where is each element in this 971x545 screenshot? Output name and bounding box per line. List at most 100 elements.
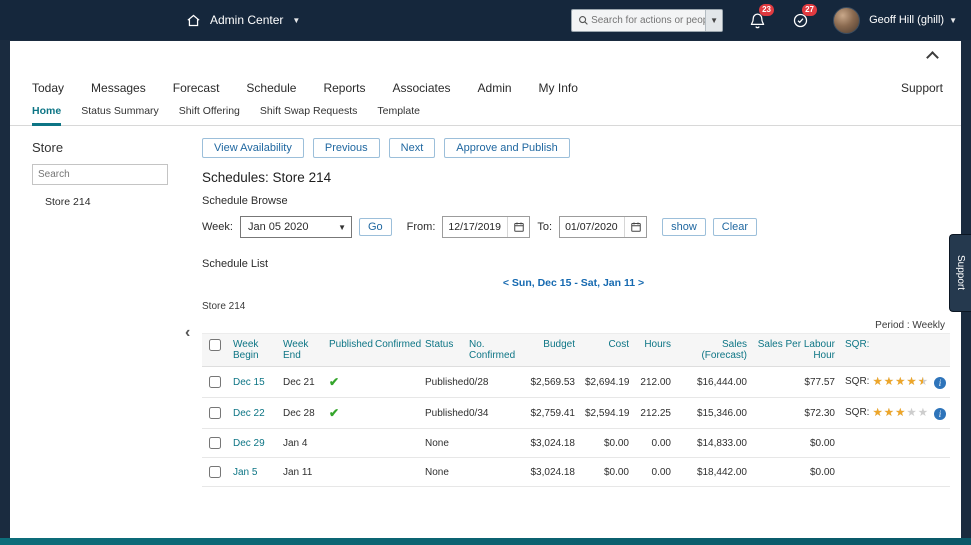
table-row: Jan 5Jan 11None$3,024.18$0.000.00$18,442… xyxy=(202,458,950,487)
col-header-sales-forecast[interactable]: Sales (Forecast) xyxy=(676,334,752,367)
to-date-input[interactable] xyxy=(560,221,624,233)
next-button[interactable]: Next xyxy=(389,138,436,158)
row-checkbox[interactable] xyxy=(209,466,221,478)
home-icon[interactable] xyxy=(186,13,201,28)
cell-sqr xyxy=(840,458,950,487)
previous-button[interactable]: Previous xyxy=(313,138,380,158)
col-header-confirmed[interactable]: Confirmed xyxy=(370,334,420,367)
sidebar: Store Store 214 xyxy=(10,126,176,538)
tab-today[interactable]: Today xyxy=(32,81,64,95)
info-icon[interactable]: i xyxy=(934,408,946,420)
sidebar-item-store-214[interactable]: Store 214 xyxy=(32,196,168,208)
show-button[interactable]: show xyxy=(662,218,706,236)
tab-associates[interactable]: Associates xyxy=(393,81,451,95)
body-row: Store Store 214 View Availability Previou… xyxy=(10,126,961,538)
collapse-sidebar-chevron-icon[interactable]: ‹ xyxy=(185,325,190,341)
schedule-table: Week BeginWeek EndPublishedConfirmedStat… xyxy=(202,333,950,487)
cell-hours: 212.25 xyxy=(634,398,676,429)
cell-cost: $2,594.19 xyxy=(580,398,634,429)
subtab-shift-offering[interactable]: Shift Offering xyxy=(179,105,240,125)
tab-my-info[interactable]: My Info xyxy=(539,81,578,95)
tab-forecast[interactable]: Forecast xyxy=(173,81,220,95)
sqr-label: SQR: xyxy=(845,376,869,387)
screen: Admin Center ▼ ▼ 23 27 Geoff Hill (ghill xyxy=(0,0,971,545)
app-title[interactable]: Admin Center xyxy=(210,13,283,27)
from-label: From: xyxy=(407,221,436,233)
tab-reports[interactable]: Reports xyxy=(323,81,365,95)
cell-hours: 0.00 xyxy=(634,458,676,487)
cell-budget: $3,024.18 xyxy=(522,429,580,458)
search-input[interactable] xyxy=(591,15,705,26)
table-section: ‹ Store 214 Period : Weekly Week BeginWe… xyxy=(202,301,945,487)
go-button[interactable]: Go xyxy=(359,218,392,236)
view-availability-button[interactable]: View Availability xyxy=(202,138,304,158)
support-side-tab[interactable]: Support xyxy=(949,234,971,312)
cell-week-end: Dec 21 xyxy=(278,367,324,398)
schedule-browse-label: Schedule Browse xyxy=(202,195,945,207)
subtab-status-summary[interactable]: Status Summary xyxy=(81,105,159,125)
published-check-icon: ✔ xyxy=(329,406,339,420)
cell-select xyxy=(202,458,228,487)
week-begin-link[interactable]: Dec 15 xyxy=(233,377,265,388)
week-begin-link[interactable]: Dec 29 xyxy=(233,438,265,449)
select-all-checkbox[interactable] xyxy=(209,339,221,351)
topbar-right: ▼ 23 27 Geoff Hill (ghill) ▼ xyxy=(571,7,957,34)
cell-no-confirmed: 0/28 xyxy=(464,367,522,398)
header-row: Week BeginWeek EndPublishedConfirmedStat… xyxy=(202,334,950,367)
clear-button[interactable]: Clear xyxy=(713,218,757,236)
approvals-button[interactable]: 27 xyxy=(792,12,809,29)
search-scope-dropdown[interactable]: ▼ xyxy=(705,10,722,31)
col-header-status[interactable]: Status xyxy=(420,334,464,367)
subtab-home[interactable]: Home xyxy=(32,105,61,126)
tab-support[interactable]: Support xyxy=(901,81,943,95)
to-calendar-button[interactable] xyxy=(624,217,646,237)
toolbar: View Availability Previous Next Approve and… xyxy=(202,138,945,158)
row-checkbox[interactable] xyxy=(209,376,221,388)
col-header-week-begin[interactable]: Week Begin xyxy=(228,334,278,367)
sqr-stars: ★★★★★★★★★★ xyxy=(872,408,929,420)
col-header-sales-per-labour-hour[interactable]: Sales Per Labour Hour xyxy=(752,334,840,367)
tab-messages[interactable]: Messages xyxy=(91,81,146,95)
to-label: To: xyxy=(537,221,552,233)
cell-status: None xyxy=(420,429,464,458)
cell-week-end: Jan 4 xyxy=(278,429,324,458)
period-label: Period : Weekly xyxy=(202,320,945,331)
col-header-published[interactable]: Published xyxy=(324,334,370,367)
subtab-template[interactable]: Template xyxy=(377,105,420,125)
bottom-strip xyxy=(0,538,971,545)
from-calendar-button[interactable] xyxy=(507,217,529,237)
week-begin-link[interactable]: Dec 22 xyxy=(233,408,265,419)
row-checkbox[interactable] xyxy=(209,437,221,449)
cell-week-begin: Dec 29 xyxy=(228,429,278,458)
notifications-button[interactable]: 23 xyxy=(749,12,766,29)
chevron-down-icon: ▼ xyxy=(292,16,300,25)
col-header-budget[interactable]: Budget xyxy=(522,334,580,367)
subtab-shift-swap-requests[interactable]: Shift Swap Requests xyxy=(260,105,357,125)
table-row: Dec 29Jan 4None$3,024.18$0.000.00$14,833… xyxy=(202,429,950,458)
col-header-hours[interactable]: Hours xyxy=(634,334,676,367)
sidebar-search-input[interactable] xyxy=(32,164,168,185)
cell-published xyxy=(324,429,370,458)
row-checkbox[interactable] xyxy=(209,407,221,419)
avatar[interactable] xyxy=(833,7,860,34)
approve-and-publish-button[interactable]: Approve and Publish xyxy=(444,138,570,158)
col-header-week-end[interactable]: Week End xyxy=(278,334,324,367)
cell-sqr xyxy=(840,429,950,458)
collapse-window-chevron-icon[interactable] xyxy=(926,51,939,64)
tab-schedule[interactable]: Schedule xyxy=(246,81,296,95)
from-date-input[interactable] xyxy=(443,221,507,233)
col-header-sqr[interactable]: SQR: xyxy=(840,334,950,367)
date-range-nav[interactable]: < Sun, Dec 15 - Sat, Jan 11 > xyxy=(202,277,945,289)
tab-admin[interactable]: Admin xyxy=(478,81,512,95)
week-select[interactable]: Jan 05 2020 ▼ xyxy=(240,216,352,238)
schedule-browse-controls: Week: Jan 05 2020 ▼ Go From: To: xyxy=(202,216,945,238)
cell-sales-per-labour-hour: $72.30 xyxy=(752,398,840,429)
info-icon[interactable]: i xyxy=(934,377,946,389)
from-date-field xyxy=(442,216,530,238)
col-header-cost[interactable]: Cost xyxy=(580,334,634,367)
col-header-no-confirmed[interactable]: No. Confirmed xyxy=(464,334,522,367)
user-menu[interactable]: Geoff Hill (ghill) ▼ xyxy=(869,14,957,26)
week-begin-link[interactable]: Jan 5 xyxy=(233,467,257,478)
stars-filled: ★★★★★ xyxy=(872,408,906,420)
cell-sales-per-labour-hour: $0.00 xyxy=(752,458,840,487)
